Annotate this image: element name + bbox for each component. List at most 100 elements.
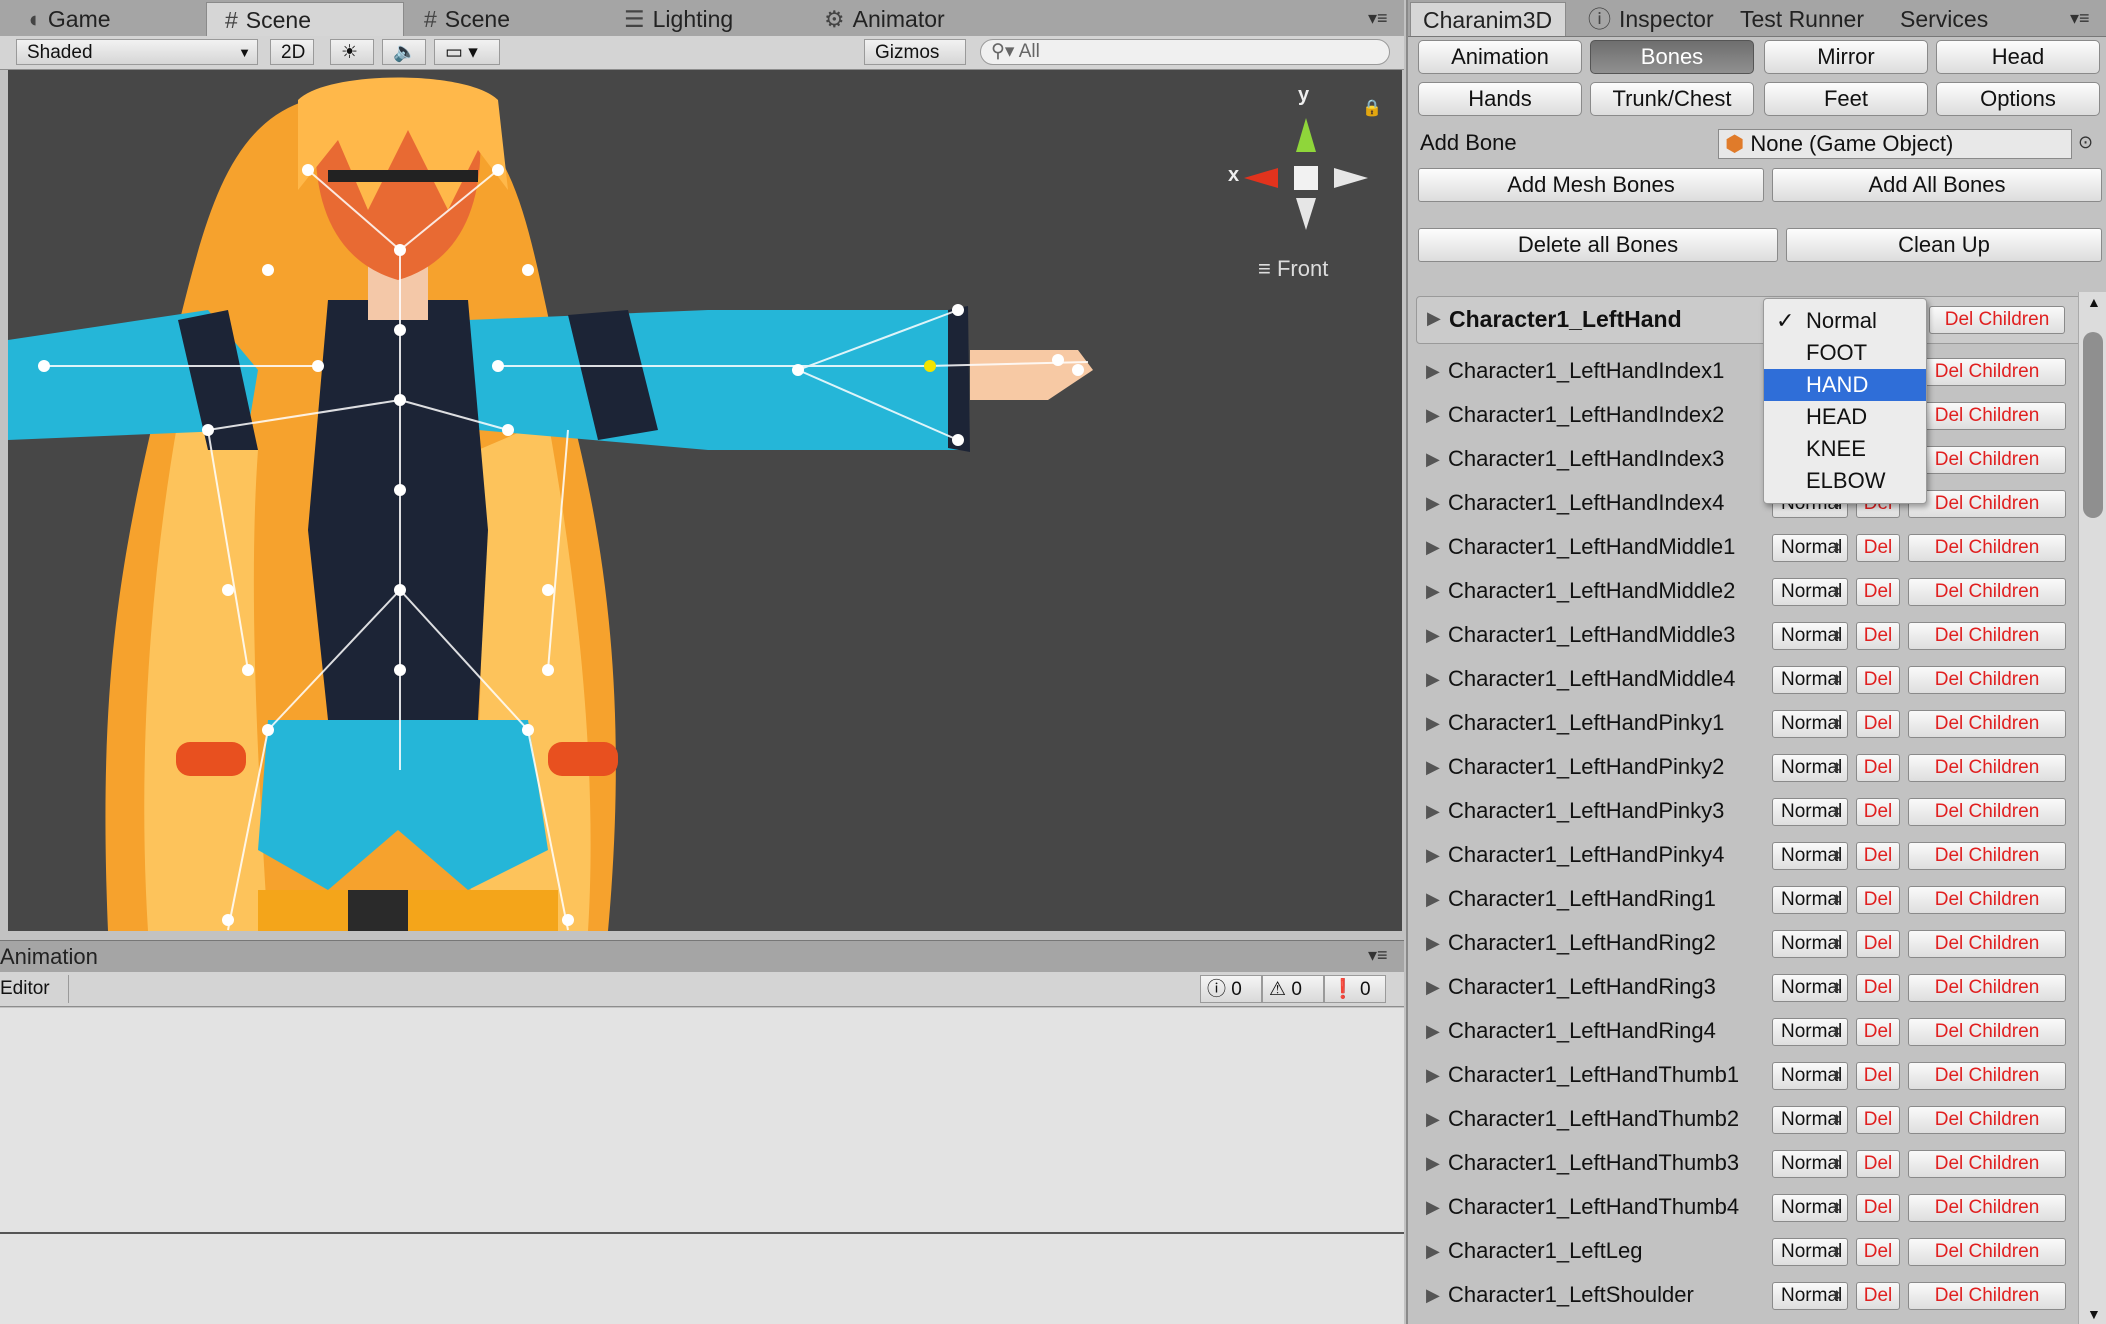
del-button[interactable]: Del: [1856, 1194, 1900, 1222]
bone-name[interactable]: Character1_LeftHandMiddle3: [1448, 622, 1735, 648]
tab-scene-active[interactable]: # Scene: [206, 2, 404, 36]
bone-name[interactable]: Character1_LeftHandPinky2: [1448, 754, 1724, 780]
expand-triangle-icon[interactable]: ▶: [1426, 1153, 1440, 1174]
del-button[interactable]: Del: [1856, 710, 1900, 738]
expand-triangle-icon[interactable]: ▶: [1426, 757, 1440, 778]
bone-name[interactable]: Character1_LeftHandIndex4: [1448, 490, 1724, 516]
del-children-button[interactable]: Del Children: [1908, 886, 2066, 914]
effects-toggle[interactable]: ▭ ▾: [434, 39, 500, 65]
bone-type-select[interactable]: Normal⬍: [1772, 886, 1848, 914]
expand-triangle-icon[interactable]: ▶: [1426, 1241, 1440, 1262]
2d-toggle[interactable]: 2D: [270, 39, 314, 65]
scroll-down-icon[interactable]: ▼: [2087, 1306, 2101, 1322]
del-button[interactable]: Del: [1856, 1062, 1900, 1090]
del-children-button[interactable]: Del Children: [1908, 446, 2066, 474]
bone-name[interactable]: Character1_LeftHandPinky1: [1448, 710, 1724, 736]
bone-name[interactable]: Character1_LeftLeg: [1448, 1238, 1642, 1264]
expand-triangle-icon[interactable]: ▶: [1426, 537, 1440, 558]
bone-name[interactable]: Character1_LeftHandIndex3: [1448, 446, 1724, 472]
bone-name[interactable]: Character1_LeftHandThumb1: [1448, 1062, 1739, 1088]
bone-name[interactable]: Character1_LeftHandIndex2: [1448, 402, 1724, 428]
expand-triangle-icon[interactable]: ▶: [1426, 1021, 1440, 1042]
bone-name[interactable]: Character1_LeftHandThumb3: [1448, 1150, 1739, 1176]
scroll-up-icon[interactable]: ▲: [2087, 294, 2101, 310]
del-children-button[interactable]: Del Children: [1908, 402, 2066, 430]
del-button[interactable]: Del: [1856, 1238, 1900, 1266]
selected-bone-name[interactable]: Character1_LeftHand: [1449, 306, 1682, 333]
clean-up-button[interactable]: Clean Up: [1786, 228, 2102, 262]
del-children-button[interactable]: Del Children: [1908, 798, 2066, 826]
expand-triangle-icon[interactable]: ▶: [1426, 889, 1440, 910]
expand-triangle-icon[interactable]: ▶: [1426, 713, 1440, 734]
bone-type-select[interactable]: Normal⬍: [1772, 1150, 1848, 1178]
bone-type-select[interactable]: Normal⬍: [1772, 1106, 1848, 1134]
collapse-triangle-icon[interactable]: ▶: [1427, 308, 1441, 329]
dropdown-option-knee[interactable]: KNEE: [1764, 433, 1926, 465]
bone-name[interactable]: Character1_LeftHandRing3: [1448, 974, 1716, 1000]
dropdown-option-elbow[interactable]: ELBOW: [1764, 465, 1926, 497]
bone-name[interactable]: Character1_LeftHandThumb2: [1448, 1106, 1739, 1132]
del-button[interactable]: Del: [1856, 930, 1900, 958]
lock-icon[interactable]: 🔒: [1362, 98, 1382, 118]
bone-type-select[interactable]: Normal⬍: [1772, 754, 1848, 782]
del-children-button[interactable]: Del Children: [1908, 1238, 2066, 1266]
animation-panel-title[interactable]: Animation: [0, 944, 98, 970]
dropdown-option-normal[interactable]: ✓ Normal: [1764, 305, 1926, 337]
del-children-button[interactable]: Del Children: [1908, 1062, 2066, 1090]
bone-type-select[interactable]: Normal⬍: [1772, 1282, 1848, 1310]
scene-viewport[interactable]: y x 🔒 ≡ Front: [8, 70, 1402, 931]
expand-triangle-icon[interactable]: ▶: [1426, 493, 1440, 514]
del-button[interactable]: Del: [1856, 622, 1900, 650]
bone-type-select[interactable]: Normal⬍: [1772, 710, 1848, 738]
expand-triangle-icon[interactable]: ▶: [1426, 1109, 1440, 1130]
expand-triangle-icon[interactable]: ▶: [1426, 405, 1440, 426]
expand-triangle-icon[interactable]: ▶: [1426, 625, 1440, 646]
del-children-button[interactable]: Del Children: [1908, 1150, 2066, 1178]
category-head-button[interactable]: Head: [1936, 40, 2100, 74]
bone-type-select[interactable]: Normal⬍: [1772, 798, 1848, 826]
del-children-button[interactable]: Del Children: [1908, 490, 2066, 518]
expand-triangle-icon[interactable]: ▶: [1426, 449, 1440, 470]
del-button[interactable]: Del: [1856, 754, 1900, 782]
bone-type-select[interactable]: Normal⬍: [1772, 1194, 1848, 1222]
bone-type-dropdown[interactable]: ✓ Normal FOOT HAND HEAD KNEE ELBOW: [1763, 298, 1927, 504]
expand-triangle-icon[interactable]: ▶: [1426, 845, 1440, 866]
category-animation-button[interactable]: Animation: [1418, 40, 1582, 74]
del-children-button[interactable]: Del Children: [1908, 710, 2066, 738]
expand-triangle-icon[interactable]: ▶: [1426, 361, 1440, 382]
panel-menu-icon[interactable]: [1368, 945, 1394, 969]
expand-triangle-icon[interactable]: ▶: [1426, 977, 1440, 998]
category-options-button[interactable]: Options: [1936, 82, 2100, 116]
dropdown-option-foot[interactable]: FOOT: [1764, 337, 1926, 369]
bone-type-select[interactable]: Normal⬍: [1772, 1062, 1848, 1090]
lighting-toggle[interactable]: ☀: [330, 39, 374, 65]
bone-name[interactable]: Character1_LeftHandThumb4: [1448, 1194, 1739, 1220]
info-count-toggle[interactable]: ⓘ 0: [1200, 975, 1262, 1003]
tab-inspector[interactable]: ⓘ Inspector: [1568, 2, 1718, 36]
category-mirror-button[interactable]: Mirror: [1764, 40, 1928, 74]
category-hands-button[interactable]: Hands: [1418, 82, 1582, 116]
dropdown-option-head[interactable]: HEAD: [1764, 401, 1926, 433]
bone-type-select[interactable]: Normal⬍: [1772, 578, 1848, 606]
bone-name[interactable]: Character1_LeftHandRing1: [1448, 886, 1716, 912]
del-children-button[interactable]: Del Children: [1908, 666, 2066, 694]
tab-menu-icon[interactable]: [1368, 8, 1394, 32]
bone-type-select[interactable]: Normal⬍: [1772, 622, 1848, 650]
expand-triangle-icon[interactable]: ▶: [1426, 1065, 1440, 1086]
del-button[interactable]: Del: [1856, 886, 1900, 914]
del-button[interactable]: Del: [1856, 578, 1900, 606]
bone-name[interactable]: Character1_LeftHandRing2: [1448, 930, 1716, 956]
bone-name[interactable]: Character1_LeftHandMiddle4: [1448, 666, 1735, 692]
bone-type-select[interactable]: Normal⬍: [1772, 666, 1848, 694]
object-picker-icon[interactable]: ⊙: [2078, 132, 2093, 153]
error-count-toggle[interactable]: ❗ 0: [1324, 975, 1386, 1003]
add-bone-object-field[interactable]: ⬢ None (Game Object): [1718, 129, 2072, 159]
del-children-button[interactable]: Del Children: [1908, 622, 2066, 650]
tab-menu-icon[interactable]: [2070, 8, 2096, 32]
del-children-button[interactable]: Del Children: [1908, 754, 2066, 782]
expand-triangle-icon[interactable]: ▶: [1426, 1285, 1440, 1306]
orientation-gizmo[interactable]: y x 🔒: [1208, 80, 1382, 240]
audio-toggle[interactable]: 🔈: [382, 39, 426, 65]
delete-all-bones-button[interactable]: Delete all Bones: [1418, 228, 1778, 262]
del-children-button[interactable]: Del Children: [1908, 1106, 2066, 1134]
